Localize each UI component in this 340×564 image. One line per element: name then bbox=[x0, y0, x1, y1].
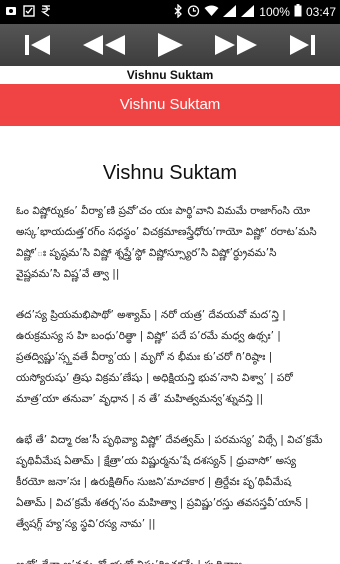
play-button[interactable] bbox=[142, 26, 198, 64]
rewind-icon bbox=[83, 35, 125, 55]
header-bar: Vishnu Suktam bbox=[0, 84, 340, 126]
skip-next-button[interactable] bbox=[274, 26, 330, 64]
content-heading: Vishnu Suktam bbox=[102, 162, 238, 184]
skip-next-icon bbox=[290, 35, 315, 55]
signal-icon-2 bbox=[241, 4, 255, 20]
notification-icon bbox=[5, 5, 17, 20]
verse-paragraph-1: ఓం విష్ణోర్నుకం’ వీర్యా’ణి ప్రవో’చం యః ప… bbox=[16, 205, 317, 280]
signal-icon bbox=[223, 4, 237, 20]
alarm-icon bbox=[187, 4, 200, 20]
checkbox-icon bbox=[23, 4, 35, 20]
verse-paragraph-4: అతో’ దేవా అ’వన్తు నో యతో విష్ణు’ర్విచక్ర… bbox=[16, 555, 324, 564]
fast-forward-button[interactable] bbox=[208, 26, 264, 64]
status-bar: 100% 03:47 bbox=[0, 0, 340, 24]
play-icon bbox=[158, 33, 183, 57]
skip-previous-button[interactable] bbox=[10, 26, 66, 64]
rupee-icon bbox=[40, 4, 51, 20]
rewind-button[interactable] bbox=[76, 26, 132, 64]
header-title: Vishnu Suktam bbox=[119, 96, 221, 113]
verse-paragraph-2: తద’స్య ప్రియమభిపాథో’ అశ్యామ్ | నరో యత్ర’… bbox=[16, 309, 293, 405]
skip-previous-icon bbox=[25, 35, 50, 55]
bluetooth-icon bbox=[173, 2, 183, 21]
content-area[interactable]: Vishnu Suktam ఓం విష్ణోర్నుకం’ వీర్యా’ణి… bbox=[0, 126, 340, 564]
battery-percent: 100% bbox=[259, 5, 290, 19]
app-title: Vishnu Suktam bbox=[0, 66, 340, 84]
wifi-icon bbox=[204, 5, 219, 20]
clock: 03:47 bbox=[305, 5, 336, 19]
verse-paragraph-3: ఉభే తే’ విద్మా రజ’సీ పృథివ్యా విష్ణో’ దే… bbox=[16, 434, 323, 530]
battery-icon bbox=[294, 4, 302, 20]
fast-forward-icon bbox=[215, 35, 257, 55]
audio-player-bar bbox=[0, 24, 340, 66]
